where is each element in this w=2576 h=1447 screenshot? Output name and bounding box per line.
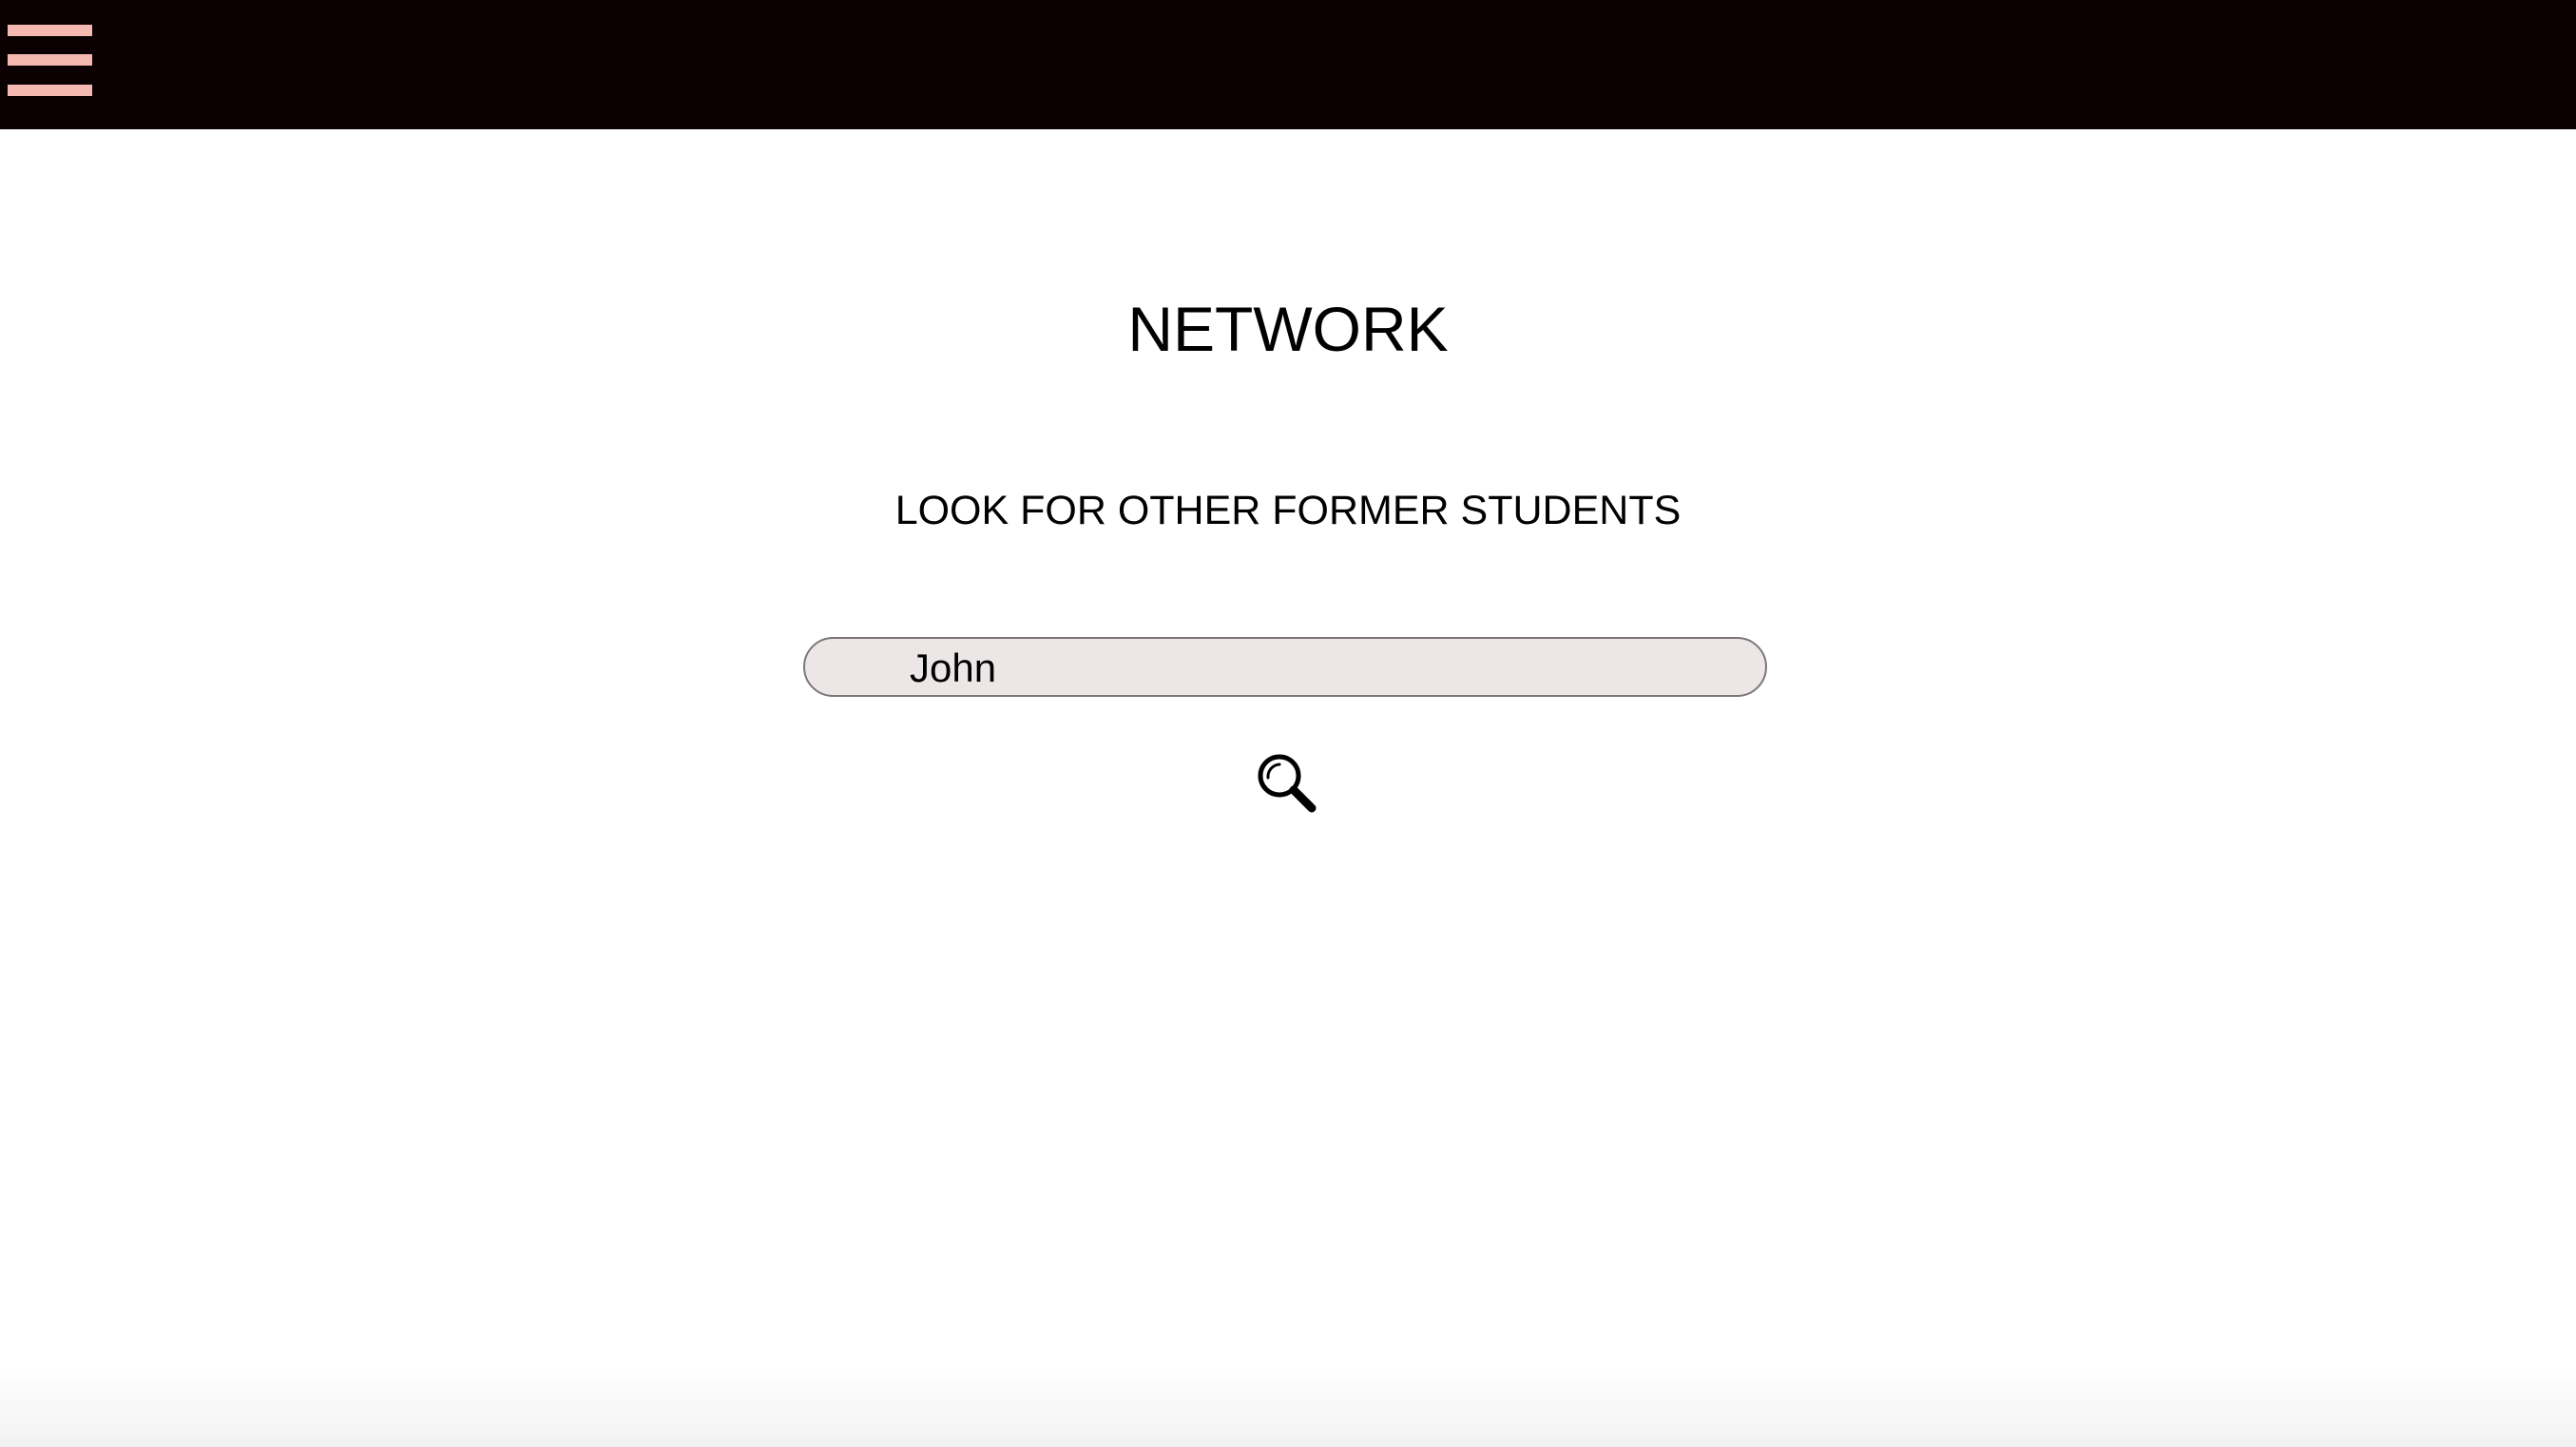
search-icon <box>1258 754 1317 813</box>
search-instructions: LOOK FOR OTHER FORMER STUDENTS <box>894 488 1682 533</box>
page-title: NETWORK <box>1127 294 1449 364</box>
hamburger-menu-icon-bar-top <box>8 25 92 36</box>
search-button[interactable] <box>1255 751 1317 814</box>
menu-button[interactable] <box>8 25 92 99</box>
hamburger-menu-icon-bar-bottom <box>8 85 92 96</box>
student-search-field[interactable] <box>803 637 1767 697</box>
bottom-shadow <box>0 1369 2576 1447</box>
student-search-input[interactable] <box>910 644 1746 693</box>
hamburger-menu-icon-bar-middle <box>8 54 92 66</box>
top-navigation-bar <box>0 0 2576 129</box>
